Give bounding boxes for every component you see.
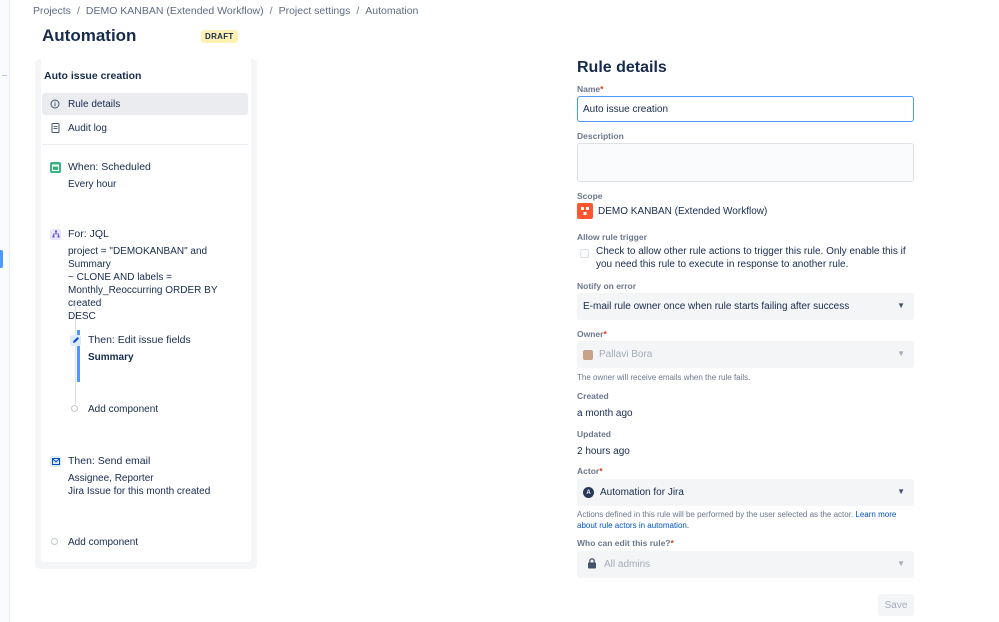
- page-title: Automation: [42, 26, 137, 45]
- chevron-down-icon: ▼: [897, 349, 905, 358]
- scope-label: Scope: [577, 191, 603, 201]
- save-button[interactable]: Save: [878, 594, 914, 616]
- nav-rule-details-label: Rule details: [68, 98, 121, 110]
- allow-trigger-text: Check to allow other rule actions to tri…: [596, 246, 906, 270]
- actor-select-value: Automation for Jira: [600, 487, 684, 498]
- created-value: a month ago: [577, 408, 633, 419]
- actor-label: Actor*: [577, 466, 603, 476]
- project-icon: [577, 203, 593, 219]
- email-heading: Then: Send email: [68, 455, 151, 467]
- created-label: Created: [577, 391, 609, 401]
- owner-avatar: [583, 349, 593, 360]
- info-icon: [42, 99, 68, 109]
- breadcrumb-project[interactable]: DEMO KANBAN (Extended Workflow): [86, 5, 264, 17]
- edit-permission-value: All admins: [604, 559, 651, 570]
- updated-value: 2 hours ago: [577, 446, 630, 457]
- automation-icon: A: [583, 487, 594, 498]
- branch-icon: [50, 228, 61, 240]
- rail-active-indicator[interactable]: [0, 250, 3, 268]
- calendar-icon: [50, 161, 61, 173]
- document-icon: [42, 123, 68, 133]
- chevron-down-icon: ▼: [897, 487, 905, 496]
- branch-detail: project = "DEMOKANBAN" and Summary ~ CLO…: [68, 246, 218, 322]
- left-rail: [0, 0, 10, 622]
- breadcrumb-separator: /: [269, 5, 273, 17]
- rail-divider: [2, 75, 7, 76]
- edit-issue-heading: Then: Edit issue fields: [88, 334, 191, 346]
- description-label: Description: [577, 131, 624, 141]
- chevron-down-icon: ▼: [897, 301, 905, 310]
- branch-heading: For: JQL: [68, 228, 109, 240]
- details-title: Rule details: [577, 59, 667, 76]
- actor-help: Actions defined in this rule will be per…: [577, 510, 897, 530]
- rule-name: Auto issue creation: [44, 70, 142, 82]
- trigger-detail: Every hour: [68, 179, 117, 190]
- nav-audit-log-label: Audit log: [68, 122, 107, 134]
- edit-permission-select[interactable]: All admins ▼: [577, 551, 914, 578]
- add-component-dot: [71, 405, 78, 412]
- edit-issue-component[interactable]: Then: Edit issue fields Summary: [62, 334, 248, 364]
- pencil-icon: [70, 334, 81, 346]
- trigger-heading: When: Scheduled: [68, 161, 151, 173]
- description-input[interactable]: [577, 143, 914, 182]
- email-component[interactable]: Then: Send email Assignee, Reporter Jira…: [42, 455, 248, 498]
- breadcrumb: Projects / DEMO KANBAN (Extended Workflo…: [33, 5, 418, 17]
- breadcrumb-project-settings[interactable]: Project settings: [279, 5, 351, 17]
- breadcrumb-projects[interactable]: Projects: [33, 5, 71, 17]
- scope-value: DEMO KANBAN (Extended Workflow): [577, 203, 767, 219]
- actor-select[interactable]: A Automation for Jira ▼: [577, 479, 914, 506]
- name-input[interactable]: Auto issue creation: [577, 96, 914, 122]
- updated-label: Updated: [577, 429, 611, 439]
- allow-trigger-checkbox[interactable]: [580, 249, 589, 258]
- breadcrumb-separator: /: [356, 5, 360, 17]
- chevron-down-icon: ▼: [897, 559, 905, 568]
- nav-audit-log[interactable]: Audit log: [42, 117, 248, 139]
- edit-issue-detail: Summary: [88, 352, 134, 363]
- draft-badge: DRAFT: [201, 30, 238, 43]
- notify-select-value: E-mail rule owner once when rule starts …: [583, 301, 850, 312]
- nav-rule-details[interactable]: Rule details: [42, 93, 248, 115]
- owner-select-value: Pallavi Bora: [599, 349, 653, 360]
- branch-component[interactable]: For: JQL project = "DEMOKANBAN" and Summ…: [42, 228, 248, 323]
- name-input-value: Auto issue creation: [583, 103, 669, 115]
- owner-help: The owner will receive emails when the r…: [577, 373, 751, 382]
- name-label: Name*: [577, 84, 604, 94]
- panel-divider: [42, 144, 248, 145]
- breadcrumb-automation[interactable]: Automation: [365, 5, 418, 17]
- add-component-outer[interactable]: Add component: [68, 537, 138, 548]
- notify-label: Notify on error: [577, 281, 637, 291]
- add-component-inner[interactable]: Add component: [88, 404, 158, 415]
- notify-select[interactable]: E-mail rule owner once when rule starts …: [577, 293, 914, 320]
- scope-project-name: DEMO KANBAN (Extended Workflow): [598, 205, 768, 217]
- email-icon: [50, 455, 61, 467]
- email-detail: Assignee, Reporter Jira Issue for this m…: [68, 473, 211, 497]
- allow-trigger-label: Allow rule trigger: [577, 232, 647, 242]
- lock-icon: [587, 557, 597, 572]
- breadcrumb-separator: /: [76, 5, 80, 17]
- trigger-component[interactable]: When: Scheduled Every hour: [42, 161, 248, 191]
- owner-label: Owner*: [577, 329, 607, 339]
- add-component-dot: [51, 538, 58, 545]
- edit-permission-label: Who can edit this rule?*: [577, 538, 674, 548]
- owner-select[interactable]: Pallavi Bora ▼: [577, 341, 914, 368]
